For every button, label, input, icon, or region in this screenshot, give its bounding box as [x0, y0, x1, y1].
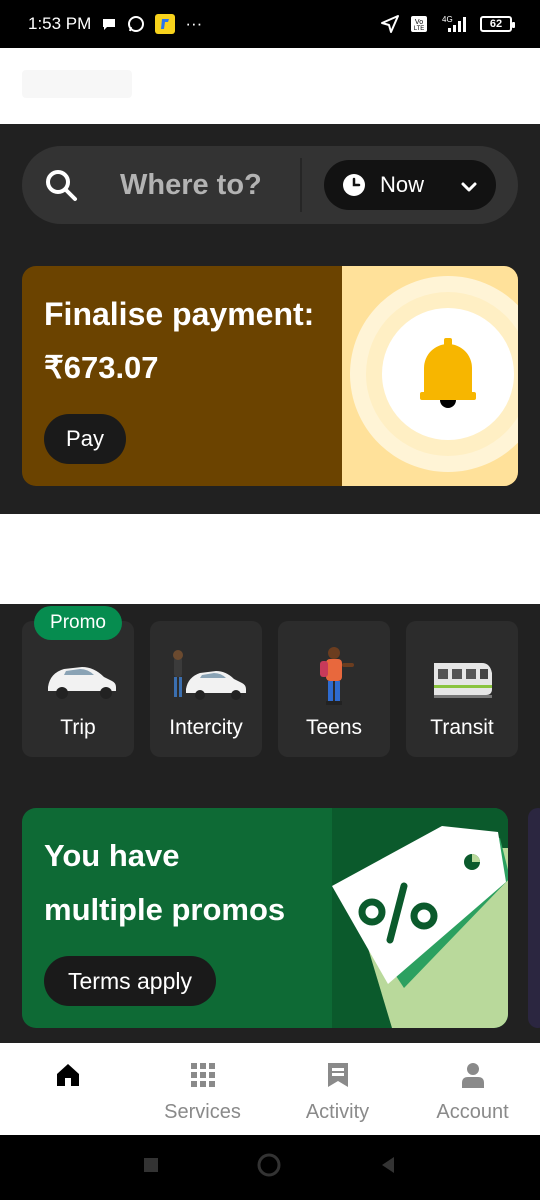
- service-intercity-label: Intercity: [169, 716, 243, 739]
- nav-activity[interactable]: Activity: [270, 1043, 405, 1135]
- svg-text:LTE: LTE: [414, 26, 425, 32]
- status-left: 1:53 PM ···: [28, 14, 202, 34]
- promo-line-1: You have: [44, 838, 180, 873]
- nav-account[interactable]: Account: [405, 1043, 540, 1135]
- service-transit[interactable]: Transit: [406, 621, 518, 757]
- chat-bubble-icon: [101, 16, 117, 32]
- recents-square-icon[interactable]: [142, 1156, 160, 1179]
- car-icon: [22, 647, 134, 707]
- pay-button[interactable]: Pay: [44, 414, 126, 464]
- top-section: Where to? Now Finalise payment: ₹673.07 …: [0, 124, 540, 514]
- service-teens[interactable]: Teens: [278, 621, 390, 757]
- teen-person-icon: [278, 647, 390, 707]
- finalise-payment-card[interactable]: Finalise payment: ₹673.07 Pay: [22, 266, 518, 486]
- back-triangle-icon[interactable]: [378, 1155, 398, 1180]
- nav-account-label: Account: [436, 1101, 509, 1123]
- where-to-search[interactable]: Where to? Now: [22, 146, 518, 224]
- bottom-navigation: Services Activity Account: [0, 1043, 540, 1135]
- status-right: Vo LTE 4G 62: [380, 14, 515, 34]
- service-transit-label: Transit: [430, 716, 494, 739]
- service-trip-label: Trip: [60, 716, 96, 739]
- more-notifications-icon: ···: [185, 14, 203, 33]
- status-time: 1:53 PM: [28, 14, 92, 33]
- services-section: Promo Trip Intercity Teens Transit You h…: [0, 604, 540, 1040]
- train-icon: [406, 647, 518, 707]
- flipkart-icon: [155, 14, 176, 34]
- service-intercity[interactable]: Intercity: [150, 621, 262, 757]
- nav-activity-label: Activity: [305, 1101, 370, 1123]
- battery-icon: 62: [480, 16, 515, 32]
- receipt-icon: [324, 1061, 352, 1095]
- multiple-promos-card[interactable]: You have multiple promos Terms apply: [22, 808, 508, 1028]
- clock-icon: [342, 173, 366, 197]
- uber-home-screen: 1:53 PM ··· Vo LTE 4G 62 Where to? Now F…: [0, 0, 540, 1200]
- grid-icon: [189, 1061, 217, 1095]
- service-teens-label: Teens: [305, 716, 363, 739]
- uber-logo: [22, 64, 132, 115]
- search-divider: [300, 158, 302, 212]
- promo-badge: Promo: [34, 606, 122, 640]
- svg-text:4G: 4G: [442, 15, 453, 24]
- chevron-down-icon: [460, 176, 478, 194]
- home-icon: [54, 1061, 82, 1095]
- whatsapp-icon: [127, 15, 145, 33]
- home-circle-icon[interactable]: [256, 1152, 282, 1183]
- payment-amount: ₹673.07: [44, 350, 159, 385]
- person-icon: [459, 1061, 487, 1095]
- schedule-time-button[interactable]: Now: [324, 160, 496, 210]
- bell-illustration: [342, 266, 518, 486]
- location-arrow-icon: [380, 14, 400, 34]
- nav-services[interactable]: Services: [135, 1043, 270, 1135]
- search-icon: [44, 168, 78, 202]
- terms-apply-button[interactable]: Terms apply: [44, 956, 216, 1006]
- nav-services-label: Services: [164, 1101, 241, 1123]
- nav-home[interactable]: [0, 1043, 135, 1135]
- payment-title: Finalise payment:: [44, 296, 315, 332]
- promo-line-2: multiple promos: [44, 892, 286, 927]
- svg-text:Vo: Vo: [415, 19, 423, 26]
- next-promo-card-peek[interactable]: [528, 808, 540, 1028]
- signal-4g-icon: 4G: [438, 14, 470, 34]
- service-trip[interactable]: Trip: [22, 621, 134, 757]
- volte-icon: Vo LTE: [410, 15, 428, 33]
- status-bar: 1:53 PM ··· Vo LTE 4G 62: [0, 0, 540, 48]
- promo-tag-illustration: [332, 808, 508, 1028]
- header-strip: [0, 48, 540, 124]
- system-navigation-bar: [0, 1135, 540, 1200]
- search-placeholder: Where to?: [120, 169, 262, 201]
- schedule-time-label: Now: [380, 172, 425, 197]
- suggestions-strip: [0, 514, 540, 604]
- intercity-car-icon: [150, 647, 262, 707]
